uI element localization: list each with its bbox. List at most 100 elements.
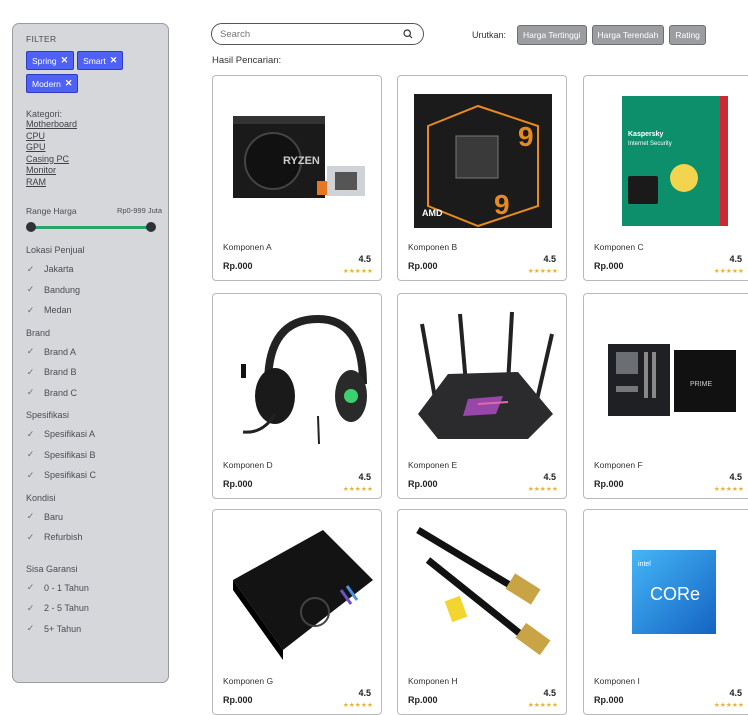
price-range-min-handle[interactable] [26,222,36,232]
filter-tag-spring[interactable]: Spring ✕ [26,51,75,70]
svg-text:PRIME: PRIME [690,381,713,388]
product-rating: 4.5 [729,472,742,482]
checkbox-refurbish[interactable]: ✓ Refurbish [26,527,168,548]
product-rating: 4.5 [358,254,371,264]
sort-bar: Urutkan: Harga Tertinggi Harga Terendah … [472,25,706,45]
product-rating: 4.5 [543,688,556,698]
product-rating: 4.5 [543,472,556,482]
close-icon[interactable]: ✕ [65,78,73,89]
filter-title: FILTER [26,34,57,44]
product-price: Rp.000 [408,695,438,705]
product-card[interactable]: PRIME Komponen F Rp.000 4.5 ★★★★★ [583,293,748,499]
product-image-intel-core-box: intel CORe [594,520,744,666]
star-rating-icon: ★★★★★ [342,268,373,275]
checkbox-medan[interactable]: ✓ Medan [26,300,168,321]
product-name: Komponen C [594,242,644,252]
checkbox-brand-a[interactable]: ✓ Brand A [26,342,168,363]
price-range-max-handle[interactable] [146,222,156,232]
filter-sidebar: FILTER Spring ✕ Smart ✕ Modern ✕ Kategor… [12,23,169,683]
checkbox-garansi-5plus[interactable]: ✓ 5+ Tahun [26,619,168,640]
price-range-value: Rp0-999 Juta [116,206,162,215]
filter-tag-smart[interactable]: Smart ✕ [77,51,124,70]
search-icon[interactable] [401,27,415,41]
svg-text:AMD: AMD [422,208,443,218]
close-icon[interactable]: ✕ [110,55,118,66]
svg-text:Kaspersky: Kaspersky [628,131,664,138]
check-icon: ✓ [26,511,35,522]
product-card[interactable]: Komponen G Rp.000 4.5 ★★★★★ [212,509,382,715]
close-icon[interactable]: ✕ [61,55,69,66]
active-filter-tags: Spring ✕ Smart ✕ Modern ✕ [26,51,161,93]
product-price: Rp.000 [408,479,438,489]
checkbox-bandung[interactable]: ✓ Bandung [26,280,168,301]
option-label: Baru [44,511,64,522]
star-rating-icon: ★★★★★ [342,702,373,709]
star-rating-icon: ★★★★★ [713,486,744,493]
option-label: Bandung [44,284,81,295]
checkbox-brand-c[interactable]: ✓ Brand C [26,383,168,404]
category-link-cpu[interactable]: CPU [26,131,168,143]
sort-button-lowest-price[interactable]: Harga Terendah [591,25,665,45]
category-link-monitor[interactable]: Monitor [26,165,168,177]
product-rating: 4.5 [358,688,371,698]
checkbox-garansi-2-5[interactable]: ✓ 2 - 5 Tahun [26,598,168,619]
search-bar[interactable] [211,23,424,45]
product-price: Rp.000 [594,479,624,489]
group-title-brand: Brand [26,327,51,338]
category-link-motherboard[interactable]: Motherboard [26,119,168,131]
product-card[interactable]: Komponen E Rp.000 4.5 ★★★★★ [397,293,567,499]
sort-button-highest-price[interactable]: Harga Tertinggi [517,25,587,45]
intel-box-small-text: intel [638,561,651,568]
category-link-casing-pc[interactable]: Casing PC [26,154,168,166]
product-name: Komponen E [408,460,458,470]
check-icon: ✓ [26,284,35,295]
option-label: Brand B [44,367,77,378]
checkbox-spesifikasi-c[interactable]: ✓ Spesifikasi C [26,465,168,486]
checkbox-spesifikasi-a[interactable]: ✓ Spesifikasi A [26,424,168,445]
checkbox-spesifikasi-b[interactable]: ✓ Spesifikasi B [26,445,168,466]
star-rating-icon: ★★★★★ [342,486,373,493]
category-link-gpu[interactable]: GPU [26,142,168,154]
category-link-ram[interactable]: RAM [26,177,168,189]
product-rating: 4.5 [729,254,742,264]
category-title: Kategori: [26,109,63,119]
group-title-spesifikasi: Spesifikasi [26,410,70,420]
checkbox-jakarta[interactable]: ✓ Jakarta [26,259,168,280]
product-card[interactable]: Komponen D Rp.000 4.5 ★★★★★ [212,293,382,499]
product-card[interactable]: RYZEN Komponen A Rp.000 4.5 ★★★★★ [212,75,382,281]
star-rating-icon: ★★★★★ [713,702,744,709]
checkbox-baru[interactable]: ✓ Baru [26,507,168,528]
star-rating-icon: ★★★★★ [527,486,558,493]
product-name: Komponen A [223,242,272,252]
option-label: Spesifikasi C [44,470,97,481]
price-range-title: Range Harga [26,206,77,216]
product-image-amd-ryzen-box: RYZEN [223,86,373,232]
checkbox-brand-b[interactable]: ✓ Brand B [26,362,168,383]
check-icon: ✓ [26,263,35,274]
check-icon: ✓ [26,346,35,357]
svg-text:RYZEN: RYZEN [283,155,320,167]
product-price: Rp.000 [223,695,253,705]
check-icon: ✓ [26,582,35,593]
product-card[interactable]: intel CORe Komponen I Rp.000 4.5 ★★★★★ [583,509,748,715]
price-range-slider[interactable] [26,222,156,232]
filter-tag-modern[interactable]: Modern ✕ [26,74,79,93]
check-icon: ✓ [26,387,35,398]
check-icon: ✓ [26,531,35,542]
checkbox-garansi-0-1[interactable]: ✓ 0 - 1 Tahun [26,578,168,599]
product-card[interactable]: Kaspersky Internet Security Komponen C R… [583,75,748,281]
search-input[interactable] [220,28,401,40]
price-range-header: Range Harga Rp0-999 Juta [26,206,162,216]
sort-button-rating[interactable]: Rating [669,25,706,45]
product-name: Komponen I [594,676,640,686]
filter-tag-label: Modern [32,78,61,89]
check-icon: ✓ [26,366,35,377]
svg-text:9: 9 [494,189,510,220]
option-label: Refurbish [44,532,83,543]
option-label: Spesifikasi B [44,449,96,460]
product-card[interactable]: Komponen H Rp.000 4.5 ★★★★★ [397,509,567,715]
product-card[interactable]: 9 9 AMD Komponen B Rp.000 4.5 ★★★★★ [397,75,567,281]
check-icon: ✓ [26,469,35,480]
product-name: Komponen H [408,676,458,686]
product-image-mousepad [223,520,373,666]
